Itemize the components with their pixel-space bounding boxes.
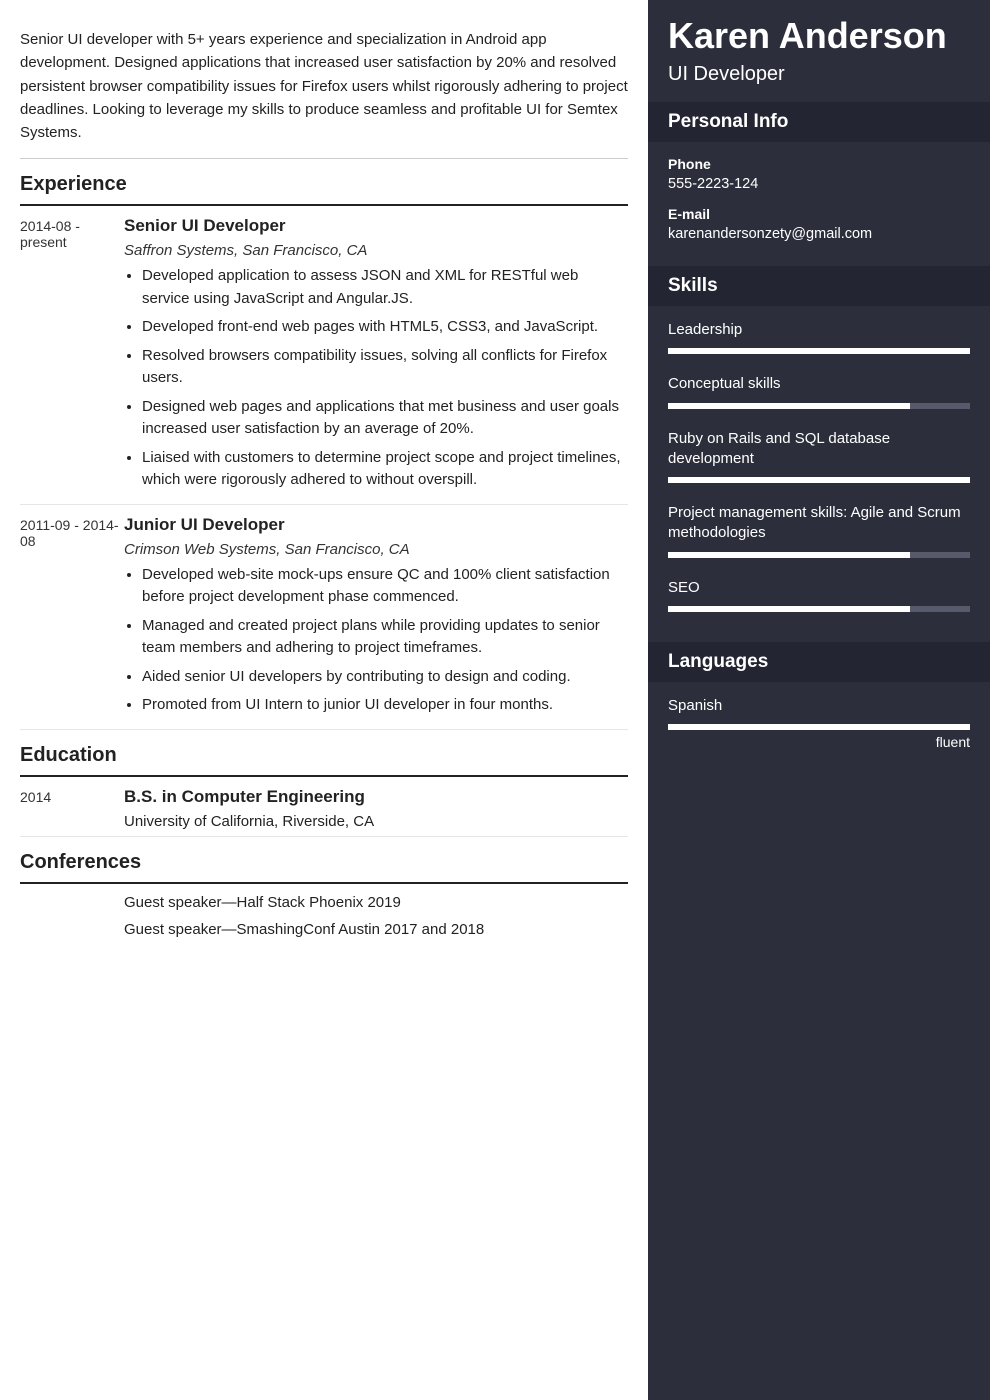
person-name: Karen Anderson: [668, 14, 970, 57]
entry-role: Senior UI Developer: [124, 216, 628, 236]
languages-block: Spanish fluent: [648, 682, 990, 760]
main-column: Senior UI developer with 5+ years experi…: [0, 0, 648, 1400]
skill-fill: [668, 552, 910, 558]
language-level: fluent: [668, 734, 970, 750]
summary-text: Senior UI developer with 5+ years experi…: [20, 20, 628, 159]
bullet: Promoted from UI Intern to junior UI dev…: [142, 694, 628, 717]
bullet: Designed web pages and applications that…: [142, 396, 628, 441]
bullet: Developed web-site mock-ups ensure QC an…: [142, 564, 628, 609]
bullet: Developed application to assess JSON and…: [142, 265, 628, 310]
skill-bar: [668, 477, 970, 483]
experience-entry: 2014-08 - present Senior UI Developer Sa…: [20, 206, 628, 505]
email-value: karenandersonzety@gmail.com: [668, 226, 970, 242]
section-heading-experience: Experience: [20, 159, 628, 206]
entry-date: 2011-09 - 2014-08: [20, 515, 124, 723]
skill-bar: [668, 552, 970, 558]
skill-fill: [668, 477, 970, 483]
skill-bar: [668, 606, 970, 612]
language-bar: [668, 724, 970, 730]
entry-school: University of California, Riverside, CA: [124, 813, 628, 830]
language-fill: [668, 724, 970, 730]
bullet: Developed front-end web pages with HTML5…: [142, 316, 628, 339]
conference-item: Guest speaker—Half Stack Phoenix 2019: [20, 894, 628, 911]
entry-bullets: Developed application to assess JSON and…: [124, 265, 628, 492]
resume-page: Senior UI developer with 5+ years experi…: [0, 0, 990, 1400]
sidebar-heading-languages: Languages: [648, 642, 990, 682]
experience-entry: 2011-09 - 2014-08 Junior UI Developer Cr…: [20, 505, 628, 730]
entry-company: Saffron Systems, San Francisco, CA: [124, 242, 628, 259]
skill-name: Conceptual skills: [668, 374, 970, 394]
entry-body: B.S. in Computer Engineering University …: [124, 787, 628, 830]
entry-body: Senior UI Developer Saffron Systems, San…: [124, 216, 628, 498]
skill-fill: [668, 606, 910, 612]
sidebar-heading-skills: Skills: [648, 266, 990, 306]
skill-fill: [668, 348, 970, 354]
person-title: UI Developer: [668, 63, 970, 86]
phone-label: Phone: [668, 156, 970, 172]
skills-block: Leadership Conceptual skills Ruby on Rai…: [648, 306, 990, 642]
skill-name: Leadership: [668, 320, 970, 340]
bullet: Resolved browsers compatibility issues, …: [142, 345, 628, 390]
bullet: Managed and created project plans while …: [142, 615, 628, 660]
skill-name: Project management skills: Agile and Scr…: [668, 503, 970, 544]
entry-date: 2014-08 - present: [20, 216, 124, 498]
bullet: Liaised with customers to determine proj…: [142, 447, 628, 492]
skill-name: Ruby on Rails and SQL database developme…: [668, 429, 970, 470]
name-block: Karen Anderson UI Developer: [648, 0, 990, 102]
entry-date: 2014: [20, 787, 124, 830]
education-entry: 2014 B.S. in Computer Engineering Univer…: [20, 777, 628, 837]
personal-info-block: Phone 555-2223-124 E-mail karenandersonz…: [648, 142, 990, 266]
skill-bar: [668, 348, 970, 354]
conference-item: Guest speaker—SmashingConf Austin 2017 a…: [20, 921, 628, 938]
entry-role: Junior UI Developer: [124, 515, 628, 535]
sidebar-heading-personal-info: Personal Info: [648, 102, 990, 142]
phone-value: 555-2223-124: [668, 176, 970, 192]
bullet: Aided senior UI developers by contributi…: [142, 666, 628, 689]
sidebar-column: Karen Anderson UI Developer Personal Inf…: [648, 0, 990, 1400]
entry-degree: B.S. in Computer Engineering: [124, 787, 628, 807]
skill-name: SEO: [668, 578, 970, 598]
section-heading-education: Education: [20, 730, 628, 777]
email-label: E-mail: [668, 206, 970, 222]
entry-bullets: Developed web-site mock-ups ensure QC an…: [124, 564, 628, 717]
language-name: Spanish: [668, 696, 970, 716]
entry-body: Junior UI Developer Crimson Web Systems,…: [124, 515, 628, 723]
skill-fill: [668, 403, 910, 409]
entry-company: Crimson Web Systems, San Francisco, CA: [124, 541, 628, 558]
section-heading-conferences: Conferences: [20, 837, 628, 884]
skill-bar: [668, 403, 970, 409]
